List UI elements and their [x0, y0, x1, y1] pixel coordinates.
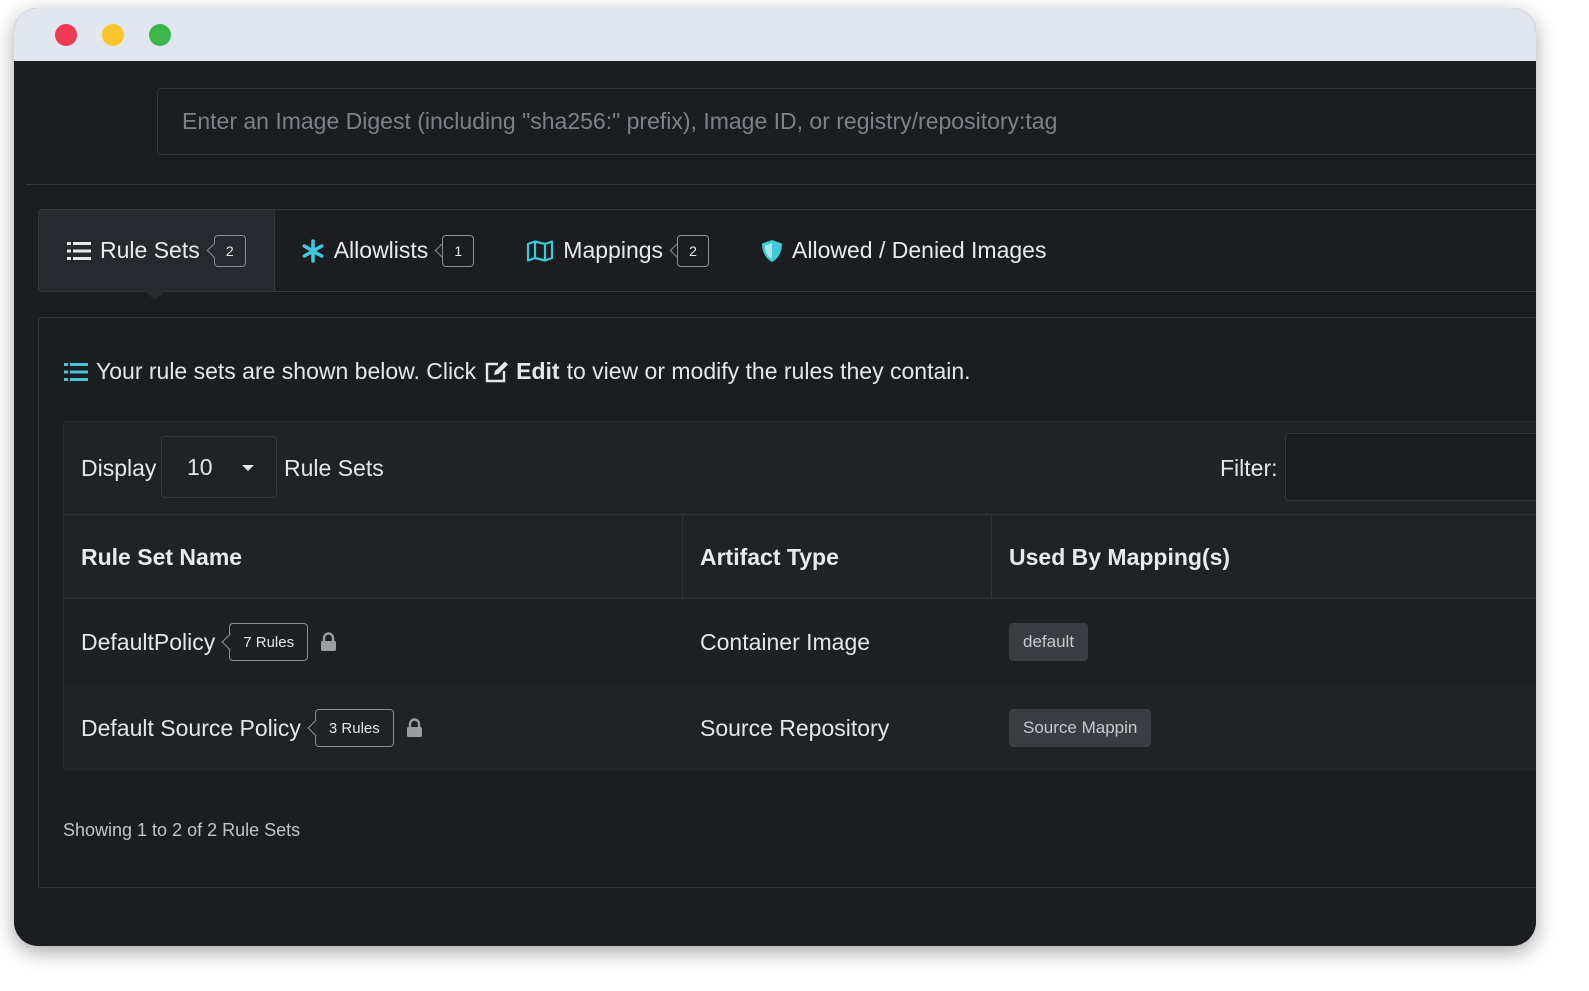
rule-count-badge: 7 Rules [229, 623, 309, 661]
table-row: Default Source Policy 3 Rules Source Rep… [64, 685, 1536, 771]
rule-count-badge: 3 Rules [314, 709, 394, 747]
tab-allowed-denied-images[interactable]: Allowed / Denied Images [735, 210, 1072, 291]
list-icon [67, 241, 91, 261]
rule-sets-unit-label: Rule Sets [284, 455, 384, 481]
tab-mappings-count: 2 [677, 234, 710, 267]
mapping-cell: default [1009, 599, 1089, 685]
divider [26, 184, 1536, 185]
tab-allowlists-count: 1 [442, 234, 475, 267]
mapping-tag[interactable]: Source Mappin [1009, 709, 1152, 747]
mapping-tag[interactable]: default [1009, 623, 1089, 661]
lock-icon [406, 718, 423, 738]
intro-suffix: to view or modify the rules they contain… [566, 358, 971, 384]
list-icon [64, 362, 88, 381]
app-window: Rule Sets 2 Allowlists 1 Mappings 2 Allo… [14, 8, 1536, 946]
rule-set-name: Default Source Policy [81, 714, 301, 741]
tab-mappings[interactable]: Mappings 2 [500, 210, 735, 291]
table-info: Showing 1 to 2 of 2 Rule Sets [63, 820, 301, 840]
policy-tabs: Rule Sets 2 Allowlists 1 Mappings 2 Allo… [38, 209, 1536, 301]
rule-set-name: DefaultPolicy [81, 628, 216, 655]
page-size-select[interactable]: 10 [161, 436, 277, 498]
asterisk-icon [301, 238, 325, 263]
column-header-artifact-type[interactable]: Artifact Type [683, 515, 992, 599]
close-window-button[interactable] [55, 24, 77, 46]
lock-icon [320, 632, 337, 652]
mapping-cell: Source Mappin [1009, 685, 1152, 771]
rule-sets-table: Display 10 Rule Sets Filter: Rule Set Na… [63, 421, 1536, 771]
rule-set-name-cell: DefaultPolicy 7 Rules [81, 599, 337, 685]
tab-allowlists[interactable]: Allowlists 1 [275, 210, 501, 291]
caret-down-icon [242, 465, 254, 471]
artifact-type-cell: Source Repository [700, 714, 890, 741]
image-search-input[interactable] [157, 88, 1536, 155]
shield-icon [761, 239, 783, 263]
filter-label: Filter: [1220, 455, 1278, 481]
intro-prefix: Your rule sets are shown below. Click [96, 358, 477, 384]
maximize-window-button[interactable] [149, 24, 171, 46]
minimize-window-button[interactable] [102, 24, 124, 46]
title-bar [14, 8, 1536, 61]
artifact-type-cell: Container Image [700, 628, 871, 655]
tab-rule-sets[interactable]: Rule Sets 2 [39, 210, 275, 301]
table-row: DefaultPolicy 7 Rules Container Image de… [64, 599, 1536, 685]
tab-rule-sets-label: Rule Sets [100, 237, 200, 263]
tab-allowlists-label: Allowlists [333, 237, 429, 263]
page-size-value: 10 [187, 453, 213, 480]
rule-set-name-cell: Default Source Policy 3 Rules [81, 685, 423, 771]
map-icon [526, 239, 554, 262]
column-header-used-by-mappings[interactable]: Used By Mapping(s) [992, 515, 1536, 599]
rule-sets-panel: Your rule sets are shown below. Click Ed… [38, 317, 1536, 888]
table-toolbar: Display 10 Rule Sets Filter: [64, 422, 1536, 515]
filter-input[interactable] [1285, 433, 1536, 501]
intro-text: Your rule sets are shown below. Click Ed… [64, 358, 971, 385]
column-header-rule-set-name[interactable]: Rule Set Name [64, 515, 683, 599]
tab-mappings-label: Mappings [563, 237, 664, 263]
table-header: Rule Set Name Artifact Type Used By Mapp… [64, 514, 1536, 599]
edit-icon [485, 361, 509, 382]
display-label: Display [81, 455, 157, 481]
tab-allowed-denied-images-label: Allowed / Denied Images [792, 237, 1047, 263]
intro-edit-word: Edit [516, 358, 560, 384]
tab-rule-sets-count: 2 [213, 234, 246, 267]
